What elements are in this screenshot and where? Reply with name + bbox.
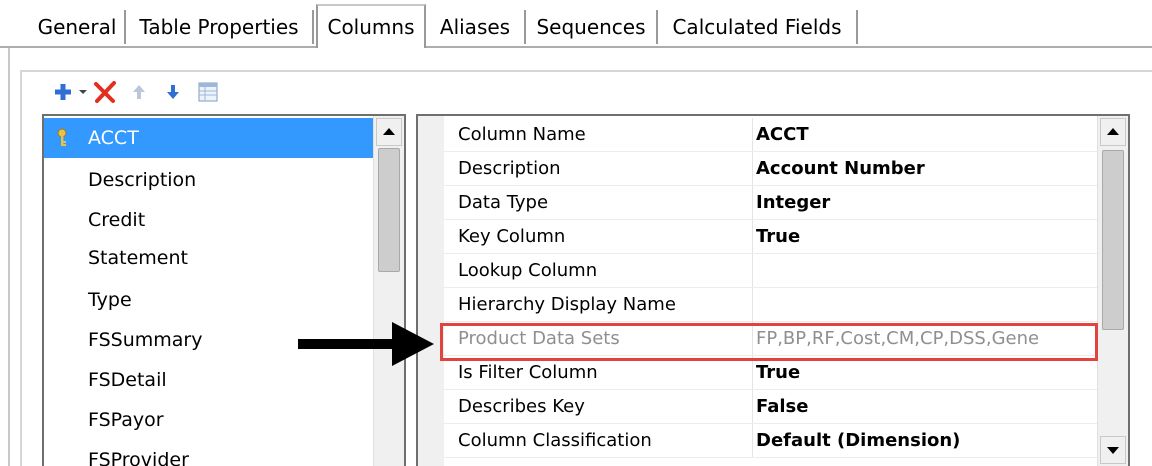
property-name: Describes Key — [458, 396, 585, 417]
move-down-icon — [167, 85, 179, 99]
tab-columns[interactable]: Columns — [316, 4, 426, 48]
column-divider — [752, 254, 753, 287]
tab-aliases[interactable]: Aliases — [426, 10, 526, 44]
add-column-button[interactable] — [52, 74, 74, 110]
scroll-thumb[interactable] — [1102, 150, 1124, 330]
move-up-icon — [133, 85, 145, 99]
tab-calculated-fields[interactable]: Calculated Fields — [658, 10, 858, 44]
property-row[interactable]: Is Filter Column True — [444, 356, 1100, 390]
property-name: Description — [458, 158, 561, 179]
columns-list-scrollbar[interactable] — [373, 116, 404, 466]
property-row[interactable]: Key Column True — [444, 220, 1100, 254]
move-up-button[interactable] — [128, 74, 150, 110]
property-value[interactable]: Integer — [756, 186, 1090, 220]
list-item[interactable]: FSProvider — [44, 440, 376, 466]
list-item-label: FSSummary — [88, 329, 203, 351]
property-row[interactable]: Hierarchy Display Name — [444, 288, 1100, 322]
property-row[interactable]: Describes Key False — [444, 390, 1100, 424]
column-divider — [752, 424, 753, 457]
delete-column-button[interactable] — [92, 74, 118, 110]
highlight-box — [440, 323, 1098, 361]
column-divider — [752, 152, 753, 185]
column-divider — [752, 220, 753, 253]
columns-list[interactable]: ACCT Description Credit Statement Type F… — [42, 114, 406, 466]
property-grid[interactable]: Column Name ACCT Description Account Num… — [416, 114, 1130, 466]
list-item[interactable]: Statement — [44, 238, 376, 278]
properties-grid-icon — [198, 82, 218, 102]
tab-table-properties[interactable]: Table Properties — [126, 10, 314, 44]
key-icon — [57, 128, 67, 146]
property-name: Hierarchy Display Name — [458, 294, 676, 315]
property-name: Is Filter Column — [458, 362, 598, 383]
scroll-up-icon — [383, 128, 395, 135]
tab-strip: General Table Properties Columns Aliases… — [0, 0, 1152, 56]
property-row[interactable]: Column Name ACCT — [444, 118, 1100, 152]
property-name: Column Classification — [458, 430, 652, 451]
tab-sequences[interactable]: Sequences — [526, 10, 658, 44]
panel-border — [8, 48, 10, 466]
column-divider — [752, 186, 753, 219]
property-value[interactable]: True — [756, 356, 1090, 390]
dropdown-arrow-icon — [79, 90, 87, 94]
list-item-label: Type — [88, 289, 132, 311]
list-item-label: FSDetail — [88, 369, 167, 391]
property-value[interactable]: True — [756, 220, 1090, 254]
properties-grid-button[interactable] — [196, 74, 220, 110]
delete-icon — [94, 81, 116, 103]
column-divider — [752, 118, 753, 151]
add-column-dropdown[interactable] — [76, 74, 90, 110]
list-item-label: Description — [88, 169, 197, 191]
column-divider — [752, 390, 753, 423]
property-name: Lookup Column — [458, 260, 598, 281]
list-item[interactable]: ACCT — [44, 118, 376, 158]
scroll-up-button[interactable] — [1100, 118, 1126, 146]
list-item-label: Statement — [88, 247, 188, 269]
list-item-label: Credit — [88, 209, 146, 231]
list-item[interactable]: Credit — [44, 200, 376, 240]
property-name: Data Type — [458, 192, 549, 213]
property-value[interactable]: Account Number — [756, 152, 1090, 186]
property-name: Key Column — [458, 226, 566, 247]
list-item-label: FSProvider — [88, 449, 189, 466]
columns-toolbar — [30, 74, 1130, 110]
property-name: Column Name — [458, 124, 586, 145]
move-down-button[interactable] — [162, 74, 184, 110]
column-divider — [752, 288, 753, 321]
property-value[interactable]: False — [756, 390, 1090, 424]
property-grid-gutter — [418, 116, 444, 466]
tab-general[interactable]: General — [30, 10, 126, 44]
scroll-thumb[interactable] — [378, 148, 400, 272]
tab-baseline — [0, 46, 1152, 48]
list-item-label: ACCT — [88, 127, 139, 149]
property-grid-scrollbar[interactable] — [1097, 116, 1128, 466]
property-row[interactable]: Description Account Number — [444, 152, 1100, 186]
property-row[interactable]: Lookup Column — [444, 254, 1100, 288]
pointer-arrow-icon — [298, 322, 434, 366]
property-row[interactable]: Column Classification Default (Dimension… — [444, 424, 1100, 458]
property-value[interactable]: Default (Dimension) — [756, 424, 1090, 458]
list-item[interactable]: Description — [44, 160, 376, 200]
list-item-label: FSPayor — [88, 409, 164, 431]
property-row[interactable]: Data Type Integer — [444, 186, 1100, 220]
list-item[interactable]: Type — [44, 280, 376, 320]
list-item[interactable]: FSPayor — [44, 400, 376, 440]
scroll-up-button[interactable] — [376, 118, 402, 146]
scroll-down-icon — [1107, 447, 1119, 454]
scroll-down-button[interactable] — [1100, 436, 1126, 464]
scroll-up-icon — [1107, 128, 1119, 135]
add-icon — [55, 84, 71, 100]
property-value[interactable]: ACCT — [756, 118, 1090, 152]
